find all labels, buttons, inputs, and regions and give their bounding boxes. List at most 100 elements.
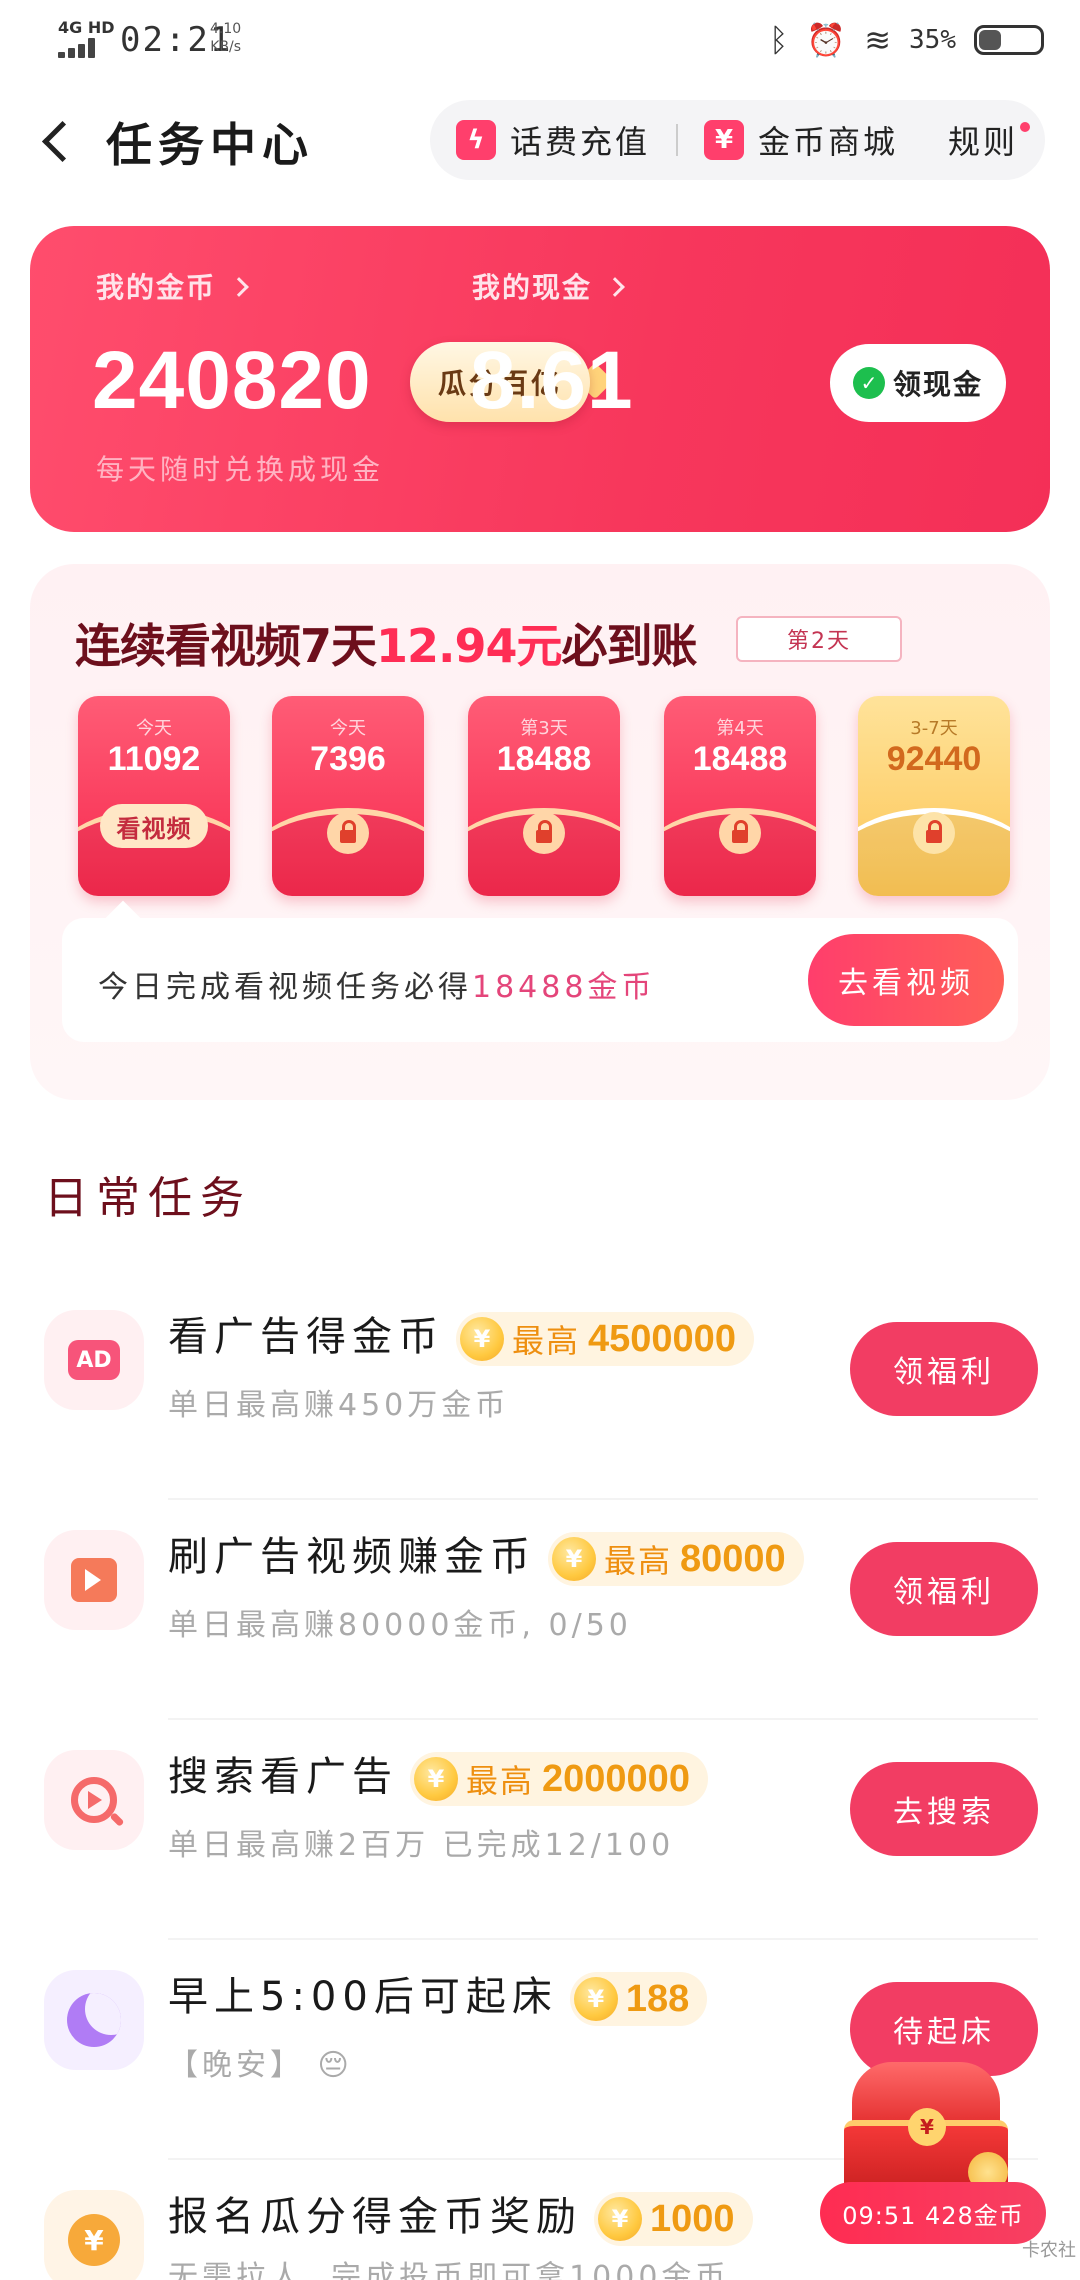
coins-balance: 240820 bbox=[92, 335, 372, 426]
signal-icon bbox=[58, 38, 102, 58]
wifi-icon: ≋ bbox=[864, 21, 892, 59]
yuan-icon: ¥ bbox=[704, 120, 745, 160]
claim-benefit-button[interactable]: 领福利 bbox=[850, 1322, 1038, 1416]
task-title-text: 报名瓜分得金币奖励 bbox=[168, 2194, 582, 2240]
task-row-search: 搜索看广告 ¥ 最高 2000000 单日最高赚2百万 已完成12/100 去搜索 bbox=[0, 1720, 1080, 1940]
net-speed: 4.10 KB/s bbox=[210, 20, 241, 56]
envelope-amount: 92440 bbox=[886, 740, 982, 778]
envelope-row: 今天 11092 看视频 今天 7396 第3天 18488 第4天 18488… bbox=[70, 696, 1010, 896]
recharge-button[interactable]: ϟ 话费充值 bbox=[430, 100, 650, 180]
envelope-amount: 11092 bbox=[107, 740, 201, 778]
lock-icon bbox=[719, 812, 761, 854]
envelope-amount: 18488 bbox=[692, 740, 788, 778]
watch-video-badge[interactable]: 看视频 bbox=[100, 804, 208, 848]
streak-day-badge: 第2天 bbox=[736, 616, 902, 662]
streak-title-amount: 12.94元 bbox=[376, 619, 563, 673]
task-subtitle: 【晚安】 😔 bbox=[168, 2048, 353, 2083]
yuan-icon: ¥ bbox=[908, 2108, 946, 2146]
header-actions: ϟ 话费充值 ¥ 金币商城 规则 bbox=[430, 100, 1045, 180]
streak-title: 连续看视频7天12.94元必到账 bbox=[75, 610, 698, 676]
chevron-right-icon bbox=[229, 277, 249, 297]
streak-task-text: 今日完成看视频任务必得18488金币 bbox=[98, 962, 655, 1006]
reward-prefix: 最高 bbox=[512, 1322, 581, 1360]
net-speed-unit: KB/s bbox=[210, 39, 241, 55]
status-icons: ᛒ ⏰ ≋ 35% bbox=[769, 16, 1044, 64]
task-title: 搜索看广告 ¥ 最高 2000000 bbox=[168, 1744, 708, 1806]
envelope-day: 今天 bbox=[330, 718, 366, 739]
task-subtitle: 单日最高赚450万金币 bbox=[168, 1388, 510, 1423]
task-title: 刷广告视频赚金币 ¥ 最高 80000 bbox=[168, 1524, 804, 1586]
envelope-amount: 18488 bbox=[496, 740, 592, 778]
coin-icon: ¥ bbox=[552, 1537, 596, 1581]
reward-value: 188 bbox=[625, 1977, 690, 2020]
video-icon bbox=[44, 1530, 144, 1630]
coin-icon: ¥ bbox=[414, 1757, 458, 1801]
go-watch-video-button[interactable]: 去看视频 bbox=[808, 934, 1004, 1026]
coin-icon: ¥ bbox=[573, 1977, 618, 2021]
coin-mall-label: 金币商城 bbox=[758, 123, 899, 161]
reward-prefix: 最高 bbox=[604, 1542, 673, 1580]
net-speed-value: 4.10 bbox=[210, 21, 242, 37]
go-search-button[interactable]: 去搜索 bbox=[850, 1762, 1038, 1856]
red-envelope-day3[interactable]: 第3天 18488 bbox=[468, 696, 620, 896]
withdraw-cash-button[interactable]: ✓ 领现金 bbox=[830, 344, 1006, 422]
task-row-ad: AD 看广告得金币 ¥ 最高 4500000 单日最高赚450万金币 领福利 bbox=[0, 1280, 1080, 1500]
cash-balance: 8.61 bbox=[470, 335, 634, 426]
coin-icon: ¥ bbox=[460, 1317, 504, 1361]
coin-icon: ¥ bbox=[598, 2197, 642, 2241]
gold-envelope-day3-7[interactable]: 3-7天 92440 bbox=[858, 696, 1010, 896]
moon-icon bbox=[44, 1970, 144, 2070]
reward-value: 80000 bbox=[680, 1537, 786, 1580]
streak-task-desc: 今日完成看视频任务必得 bbox=[98, 970, 472, 1005]
rules-button[interactable]: 规则 bbox=[898, 100, 1031, 180]
task-title: 看广告得金币 ¥ 最高 4500000 bbox=[168, 1304, 754, 1366]
streak-title-part1: 连续看视频7天 bbox=[75, 619, 377, 673]
task-title: 早上5:00后可起床 ¥188 bbox=[168, 1964, 708, 2026]
task-title-text: 早上5:00后可起床 bbox=[168, 1974, 558, 2020]
my-coins-label: 我的金币 bbox=[96, 271, 217, 304]
search-play-icon bbox=[44, 1750, 144, 1850]
page-title: 任务中心 bbox=[106, 118, 314, 172]
treasure-chest-icon[interactable]: ¥ bbox=[838, 2052, 1014, 2202]
coin-mall-button[interactable]: ¥ 金币商城 bbox=[678, 100, 898, 180]
lock-icon bbox=[327, 812, 369, 854]
my-cash-label: 我的现金 bbox=[472, 271, 593, 304]
alarm-icon: ⏰ bbox=[806, 21, 847, 59]
envelope-day: 第3天 bbox=[520, 718, 568, 739]
streak-task-coins: 18488金币 bbox=[472, 970, 656, 1005]
streak-task-bar: 今日完成看视频任务必得18488金币 去看视频 bbox=[62, 918, 1018, 1042]
chevron-right-icon bbox=[605, 277, 625, 297]
task-title-text: 看广告得金币 bbox=[168, 1314, 444, 1360]
my-coins-link[interactable]: 我的金币 bbox=[96, 266, 249, 306]
task-title: 报名瓜分得金币奖励 ¥1000 bbox=[168, 2184, 753, 2246]
streak-title-part3: 必到账 bbox=[561, 619, 698, 673]
back-arrow-icon[interactable] bbox=[30, 111, 90, 171]
notification-dot bbox=[1020, 122, 1031, 132]
coins-hint: 每天随时兑换成现金 bbox=[96, 453, 385, 486]
reward-tag: ¥ 最高 80000 bbox=[548, 1532, 804, 1586]
task-subtitle: 无需拉人, 完成投币即可拿1000金币 bbox=[168, 2260, 730, 2280]
reward-tag: ¥188 bbox=[569, 1972, 708, 2026]
video-streak-card: 连续看视频7天12.94元必到账 第2天 今天 11092 看视频 今天 739… bbox=[30, 564, 1050, 1100]
wechat-icon: ✓ bbox=[852, 367, 885, 399]
red-envelope-day4[interactable]: 第4天 18488 bbox=[664, 696, 816, 896]
task-subtitle: 单日最高赚80000金币, 0/50 bbox=[168, 1608, 632, 1643]
lock-icon bbox=[913, 812, 955, 854]
rules-label: 规则 bbox=[948, 123, 1019, 161]
reward-tag: ¥ 最高 2000000 bbox=[410, 1752, 708, 1806]
ad-icon: AD bbox=[44, 1310, 144, 1410]
red-envelope-day2[interactable]: 今天 7396 bbox=[272, 696, 424, 896]
red-envelope-day1[interactable]: 今天 11092 看视频 bbox=[78, 696, 230, 896]
chest-timer-badge[interactable]: 09:51 428金币 bbox=[820, 2182, 1046, 2244]
claim-benefit-button[interactable]: 领福利 bbox=[850, 1542, 1038, 1636]
header: 任务中心 ϟ 话费充值 ¥ 金币商城 规则 bbox=[0, 95, 1080, 185]
my-cash-link[interactable]: 我的现金 bbox=[472, 266, 625, 306]
reward-value: 4500000 bbox=[588, 1317, 736, 1360]
withdraw-cash-label: 领现金 bbox=[892, 368, 983, 401]
lock-icon bbox=[523, 812, 565, 854]
reward-prefix: 最高 bbox=[466, 1762, 535, 1800]
lightning-icon: ϟ bbox=[456, 120, 496, 160]
task-title-text: 搜索看广告 bbox=[168, 1754, 398, 1800]
reward-value: 1000 bbox=[650, 2197, 735, 2240]
envelope-day: 今天 bbox=[136, 718, 172, 739]
